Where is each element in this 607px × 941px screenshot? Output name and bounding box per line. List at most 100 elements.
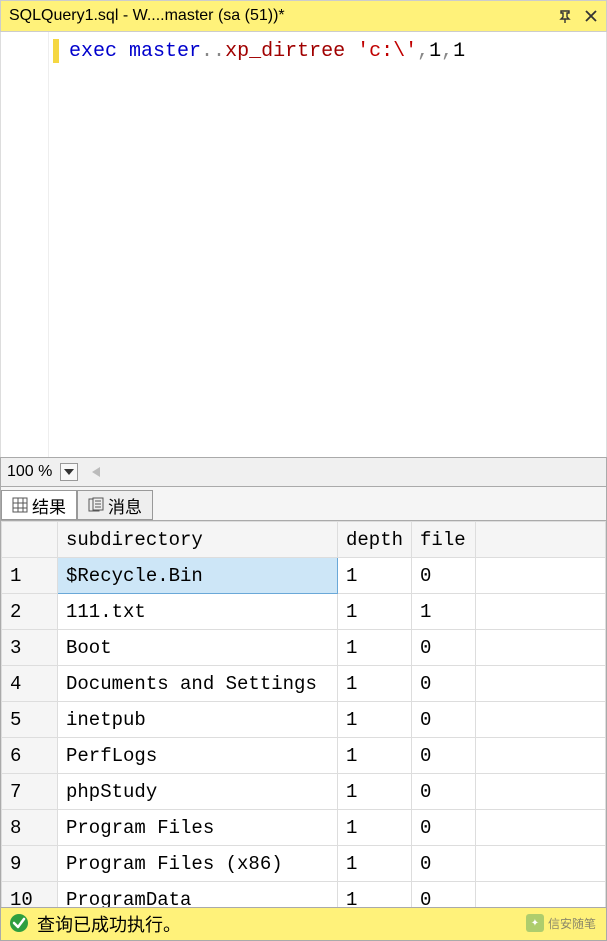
cell-file[interactable]: 0 bbox=[412, 774, 476, 810]
table-row[interactable]: 7 phpStudy 1 0 bbox=[2, 774, 606, 810]
col-file[interactable]: file bbox=[412, 522, 476, 558]
cell-subdirectory[interactable]: Program Files bbox=[58, 810, 338, 846]
cell-subdirectory[interactable]: Documents and Settings bbox=[58, 666, 338, 702]
watermark-text: 信安随笔 bbox=[548, 915, 596, 932]
cell-spacer bbox=[476, 630, 606, 666]
zoom-dropdown[interactable] bbox=[60, 463, 78, 481]
cell-file[interactable]: 0 bbox=[412, 666, 476, 702]
code-token: xp_dirtree bbox=[225, 40, 345, 63]
cell-depth[interactable]: 1 bbox=[338, 666, 412, 702]
col-spacer bbox=[476, 522, 606, 558]
code-token: , bbox=[417, 40, 429, 63]
cell-depth[interactable]: 1 bbox=[338, 630, 412, 666]
cell-depth[interactable]: 1 bbox=[338, 882, 412, 908]
table-row[interactable]: 8 Program Files 1 0 bbox=[2, 810, 606, 846]
rownum-cell[interactable]: 6 bbox=[2, 738, 58, 774]
cell-subdirectory[interactable]: 111.txt bbox=[58, 594, 338, 630]
cell-file[interactable]: 0 bbox=[412, 630, 476, 666]
cell-spacer bbox=[476, 774, 606, 810]
watermark: ✦ 信安随笔 bbox=[526, 914, 596, 932]
change-marker-icon bbox=[53, 39, 59, 63]
cell-depth[interactable]: 1 bbox=[338, 594, 412, 630]
cell-depth[interactable]: 1 bbox=[338, 846, 412, 882]
table-row[interactable]: 2 111.txt 1 1 bbox=[2, 594, 606, 630]
code-token: 1 bbox=[453, 40, 465, 63]
cell-file[interactable]: 0 bbox=[412, 738, 476, 774]
cell-file[interactable]: 0 bbox=[412, 882, 476, 908]
cell-depth[interactable]: 1 bbox=[338, 702, 412, 738]
rownum-cell[interactable]: 4 bbox=[2, 666, 58, 702]
sql-editor[interactable]: exec master..xp_dirtree 'c:\',1,1 bbox=[0, 32, 607, 457]
pin-icon[interactable] bbox=[558, 9, 572, 23]
cell-file[interactable]: 0 bbox=[412, 846, 476, 882]
cell-subdirectory[interactable]: $Recycle.Bin bbox=[58, 558, 338, 594]
tab-results[interactable]: 结果 bbox=[1, 490, 77, 520]
cell-depth[interactable]: 1 bbox=[338, 558, 412, 594]
zoom-bar: 100 % bbox=[0, 457, 607, 487]
cell-spacer bbox=[476, 810, 606, 846]
rownum-cell[interactable]: 2 bbox=[2, 594, 58, 630]
rownum-cell[interactable]: 8 bbox=[2, 810, 58, 846]
scroll-left-icon[interactable] bbox=[88, 464, 104, 480]
cell-subdirectory[interactable]: PerfLogs bbox=[58, 738, 338, 774]
results-tab-bar: 结果 消息 bbox=[0, 487, 607, 521]
grid-icon bbox=[12, 497, 28, 513]
cell-file[interactable]: 0 bbox=[412, 810, 476, 846]
status-bar: 查询已成功执行。 ✦ 信安随笔 bbox=[0, 907, 607, 941]
document-tab-title: SQLQuery1.sql - W....master (sa (51))* bbox=[9, 7, 558, 25]
cell-spacer bbox=[476, 738, 606, 774]
tab-controls bbox=[558, 9, 598, 23]
cell-subdirectory[interactable]: Program Files (x86) bbox=[58, 846, 338, 882]
table-row[interactable]: 4 Documents and Settings 1 0 bbox=[2, 666, 606, 702]
table-row[interactable]: 3 Boot 1 0 bbox=[2, 630, 606, 666]
rownum-cell[interactable]: 7 bbox=[2, 774, 58, 810]
rownum-cell[interactable]: 10 bbox=[2, 882, 58, 908]
cell-subdirectory[interactable]: ProgramData bbox=[58, 882, 338, 908]
cell-spacer bbox=[476, 702, 606, 738]
close-icon[interactable] bbox=[584, 9, 598, 23]
cell-subdirectory[interactable]: phpStudy bbox=[58, 774, 338, 810]
cell-file[interactable]: 0 bbox=[412, 558, 476, 594]
header-row: subdirectory depth file bbox=[2, 522, 606, 558]
rownum-cell[interactable]: 5 bbox=[2, 702, 58, 738]
code-token: 1 bbox=[429, 40, 441, 63]
results-grid[interactable]: subdirectory depth file 1 $Recycle.Bin 1… bbox=[0, 521, 607, 907]
code-token: exec bbox=[69, 40, 117, 63]
success-icon bbox=[9, 913, 29, 936]
cell-spacer bbox=[476, 846, 606, 882]
rownum-cell[interactable]: 3 bbox=[2, 630, 58, 666]
table-row[interactable]: 5 inetpub 1 0 bbox=[2, 702, 606, 738]
table-row[interactable]: 1 $Recycle.Bin 1 0 bbox=[2, 558, 606, 594]
cell-subdirectory[interactable]: inetpub bbox=[58, 702, 338, 738]
cell-depth[interactable]: 1 bbox=[338, 738, 412, 774]
rownum-header[interactable] bbox=[2, 522, 58, 558]
cell-depth[interactable]: 1 bbox=[338, 774, 412, 810]
tab-messages-label: 消息 bbox=[108, 493, 142, 518]
cell-file[interactable]: 1 bbox=[412, 594, 476, 630]
code-token: .. bbox=[201, 40, 225, 63]
cell-spacer bbox=[476, 882, 606, 908]
line-gutter bbox=[1, 32, 49, 457]
code-token: 'c:\' bbox=[357, 40, 417, 63]
cell-file[interactable]: 0 bbox=[412, 702, 476, 738]
tab-results-label: 结果 bbox=[32, 493, 66, 518]
rownum-cell[interactable]: 9 bbox=[2, 846, 58, 882]
table-row[interactable]: 9 Program Files (x86) 1 0 bbox=[2, 846, 606, 882]
table-row[interactable]: 10 ProgramData 1 0 bbox=[2, 882, 606, 908]
document-tab[interactable]: SQLQuery1.sql - W....master (sa (51))* bbox=[0, 0, 607, 32]
cell-spacer bbox=[476, 666, 606, 702]
cell-spacer bbox=[476, 594, 606, 630]
col-depth[interactable]: depth bbox=[338, 522, 412, 558]
col-subdirectory[interactable]: subdirectory bbox=[58, 522, 338, 558]
table-row[interactable]: 6 PerfLogs 1 0 bbox=[2, 738, 606, 774]
rownum-cell[interactable]: 1 bbox=[2, 558, 58, 594]
code-content[interactable]: exec master..xp_dirtree 'c:\',1,1 bbox=[49, 32, 606, 457]
messages-icon bbox=[88, 497, 104, 513]
cell-subdirectory[interactable]: Boot bbox=[58, 630, 338, 666]
code-token: master bbox=[129, 40, 201, 63]
tab-messages[interactable]: 消息 bbox=[77, 490, 153, 520]
cell-spacer bbox=[476, 558, 606, 594]
status-text: 查询已成功执行。 bbox=[37, 911, 181, 937]
cell-depth[interactable]: 1 bbox=[338, 810, 412, 846]
zoom-level: 100 % bbox=[7, 463, 56, 481]
